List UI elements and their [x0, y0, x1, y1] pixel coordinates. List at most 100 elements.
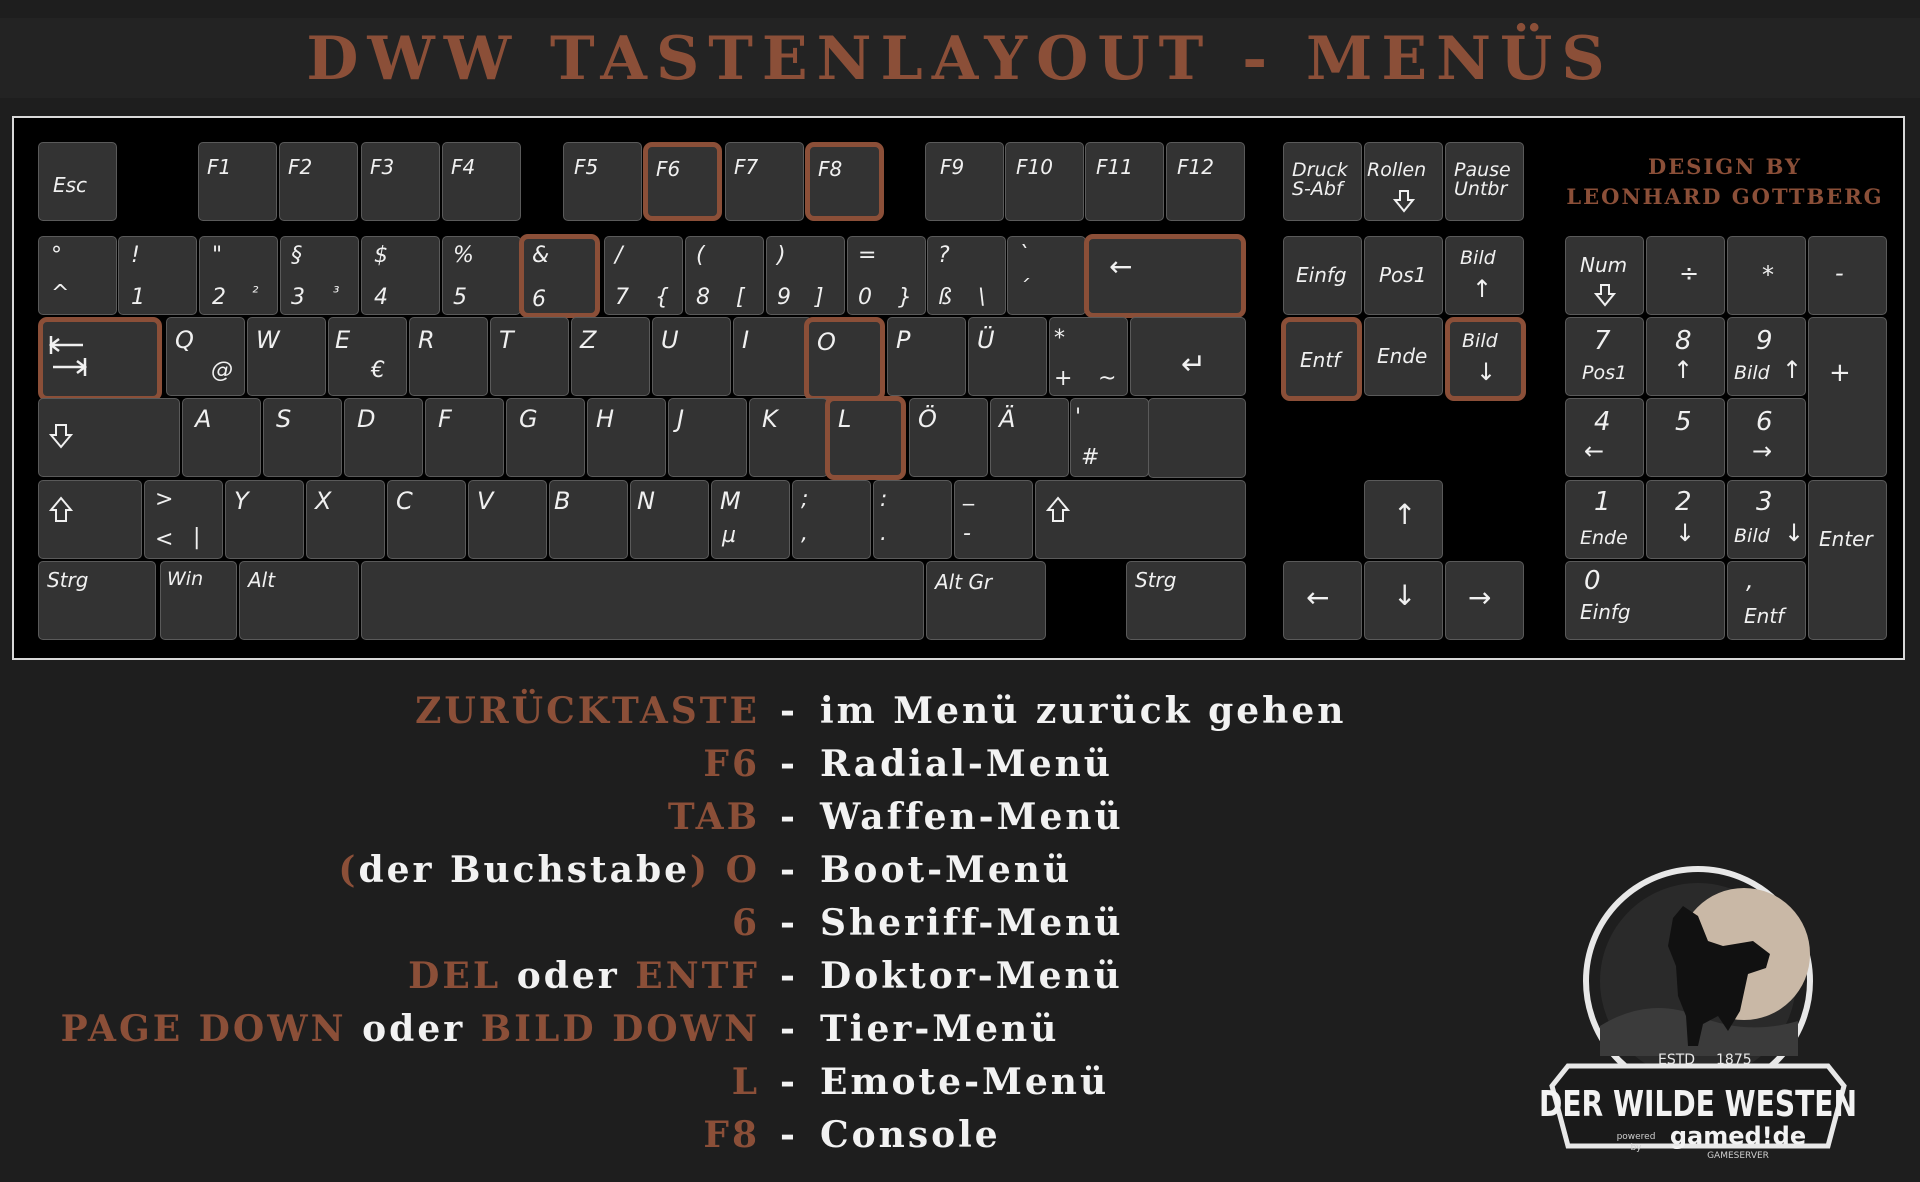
key-np-7[interactable]: 7 Pos1: [1565, 317, 1644, 396]
key-f3[interactable]: F3: [361, 142, 440, 221]
key-d[interactable]: D: [344, 398, 423, 477]
key-shift-left[interactable]: [38, 480, 142, 559]
key-acute[interactable]: ` ´: [1007, 236, 1086, 315]
key-7[interactable]: / 7 {: [604, 236, 683, 315]
key-ue[interactable]: Ü: [968, 317, 1047, 396]
key-b[interactable]: B: [549, 480, 628, 559]
key-shift-right[interactable]: [1035, 480, 1246, 559]
key-c[interactable]: C: [387, 480, 466, 559]
key-v[interactable]: V: [468, 480, 547, 559]
key-enter[interactable]: ↵: [1130, 317, 1246, 396]
key-arrow-down[interactable]: ↓: [1364, 561, 1443, 640]
key-np-3[interactable]: 3 Bild ↓: [1727, 480, 1806, 559]
key-s[interactable]: S: [263, 398, 342, 477]
key-q[interactable]: Q @: [166, 317, 245, 396]
key-f8[interactable]: F8: [805, 142, 884, 221]
key-f7[interactable]: F7: [725, 142, 804, 221]
key-f9[interactable]: F9: [925, 142, 1004, 221]
key-pos1[interactable]: Pos1: [1364, 236, 1443, 315]
key-e[interactable]: E €: [328, 317, 407, 396]
key-arrow-up[interactable]: ↑: [1364, 480, 1443, 559]
key-a[interactable]: A: [182, 398, 261, 477]
key-f[interactable]: F: [425, 398, 504, 477]
key-z[interactable]: Z: [571, 317, 650, 396]
key-np-divide[interactable]: ÷: [1646, 236, 1725, 315]
key-f2[interactable]: F2: [279, 142, 358, 221]
key-comma[interactable]: ;,: [792, 480, 871, 559]
key-np-multiply[interactable]: *: [1727, 236, 1806, 315]
key-space[interactable]: [361, 561, 924, 640]
key-strg-left[interactable]: Strg: [38, 561, 156, 640]
key-np-5[interactable]: 5: [1646, 398, 1725, 477]
key-enter-lower[interactable]: [1148, 398, 1246, 478]
key-f12[interactable]: F12: [1166, 142, 1245, 221]
key-sz[interactable]: ? ß \: [927, 236, 1006, 315]
key-u[interactable]: U: [652, 317, 731, 396]
key-r[interactable]: R: [409, 317, 488, 396]
key-f11[interactable]: F11: [1085, 142, 1164, 221]
key-arrow-left[interactable]: ←: [1283, 561, 1362, 640]
key-np-8[interactable]: 8 ↑: [1646, 317, 1725, 396]
key-5[interactable]: % 5: [442, 236, 521, 315]
key-ende[interactable]: Ende: [1364, 317, 1443, 396]
key-bild-up[interactable]: Bild ↑: [1445, 236, 1524, 315]
key-backspace[interactable]: ←: [1084, 234, 1246, 318]
key-np-4[interactable]: 4 ←: [1565, 398, 1644, 477]
key-t[interactable]: T: [490, 317, 569, 396]
key-g[interactable]: G: [506, 398, 585, 477]
key-f5[interactable]: F5: [563, 142, 642, 221]
key-o[interactable]: O: [804, 317, 885, 401]
key-esc[interactable]: Esc: [38, 142, 117, 221]
key-einfg[interactable]: Einfg: [1283, 236, 1362, 315]
key-f1[interactable]: F1: [198, 142, 277, 221]
key-j[interactable]: J: [668, 398, 747, 477]
key-np-minus[interactable]: -: [1808, 236, 1887, 315]
key-f4[interactable]: F4: [442, 142, 521, 221]
key-np-1[interactable]: 1 Ende: [1565, 480, 1644, 559]
key-np-0[interactable]: 0 Einfg: [1565, 561, 1725, 640]
key-3[interactable]: § 3 ³: [280, 236, 359, 315]
key-x[interactable]: X: [306, 480, 385, 559]
key-rollen[interactable]: Rollen: [1364, 142, 1443, 221]
key-l[interactable]: L: [825, 396, 906, 480]
key-pause[interactable]: Pause Untbr: [1445, 142, 1524, 221]
key-y[interactable]: Y: [225, 480, 304, 559]
key-1[interactable]: ! 1: [118, 236, 197, 315]
key-hash[interactable]: ' #: [1070, 398, 1149, 477]
key-circumflex[interactable]: ° ^: [38, 236, 117, 315]
key-f6[interactable]: F6: [643, 142, 722, 221]
key-6[interactable]: & 6: [519, 234, 600, 318]
key-n[interactable]: N: [630, 480, 709, 559]
key-np-decimal[interactable]: ‚ Entf: [1727, 561, 1806, 640]
key-tab[interactable]: [38, 317, 162, 401]
key-m[interactable]: Mµ: [711, 480, 790, 559]
key-numlock[interactable]: Num: [1565, 236, 1644, 315]
key-arrow-right[interactable]: →: [1445, 561, 1524, 640]
key-9[interactable]: ) 9]: [766, 236, 845, 315]
key-k[interactable]: K: [749, 398, 828, 477]
key-bild-down[interactable]: Bild ↓: [1445, 317, 1526, 401]
key-ae[interactable]: Ä: [990, 398, 1069, 477]
key-4[interactable]: $4: [361, 236, 440, 315]
key-p[interactable]: P: [887, 317, 966, 396]
key-8[interactable]: (8 [: [685, 236, 764, 315]
key-0[interactable]: = 0}: [847, 236, 926, 315]
key-np-6[interactable]: 6 →: [1727, 398, 1806, 477]
key-altgr[interactable]: Alt Gr: [926, 561, 1046, 640]
key-i[interactable]: I: [733, 317, 812, 396]
key-win[interactable]: Win: [160, 561, 237, 640]
key-alt[interactable]: Alt: [239, 561, 359, 640]
key-plus[interactable]: * + ~: [1049, 317, 1128, 396]
key-f10[interactable]: F10: [1005, 142, 1084, 221]
key-np-enter[interactable]: Enter: [1808, 480, 1887, 640]
key-dot[interactable]: :.: [873, 480, 952, 559]
key-minus[interactable]: _ -: [954, 480, 1033, 559]
key-w[interactable]: W: [247, 317, 326, 396]
key-np-plus[interactable]: +: [1808, 317, 1887, 477]
key-capslock[interactable]: [38, 398, 180, 477]
key-oe[interactable]: Ö: [909, 398, 988, 477]
key-less[interactable]: > < |: [144, 480, 223, 559]
key-druck[interactable]: Druck S-Abf: [1283, 142, 1362, 221]
key-h[interactable]: H: [587, 398, 666, 477]
key-strg-right[interactable]: Strg: [1126, 561, 1246, 640]
